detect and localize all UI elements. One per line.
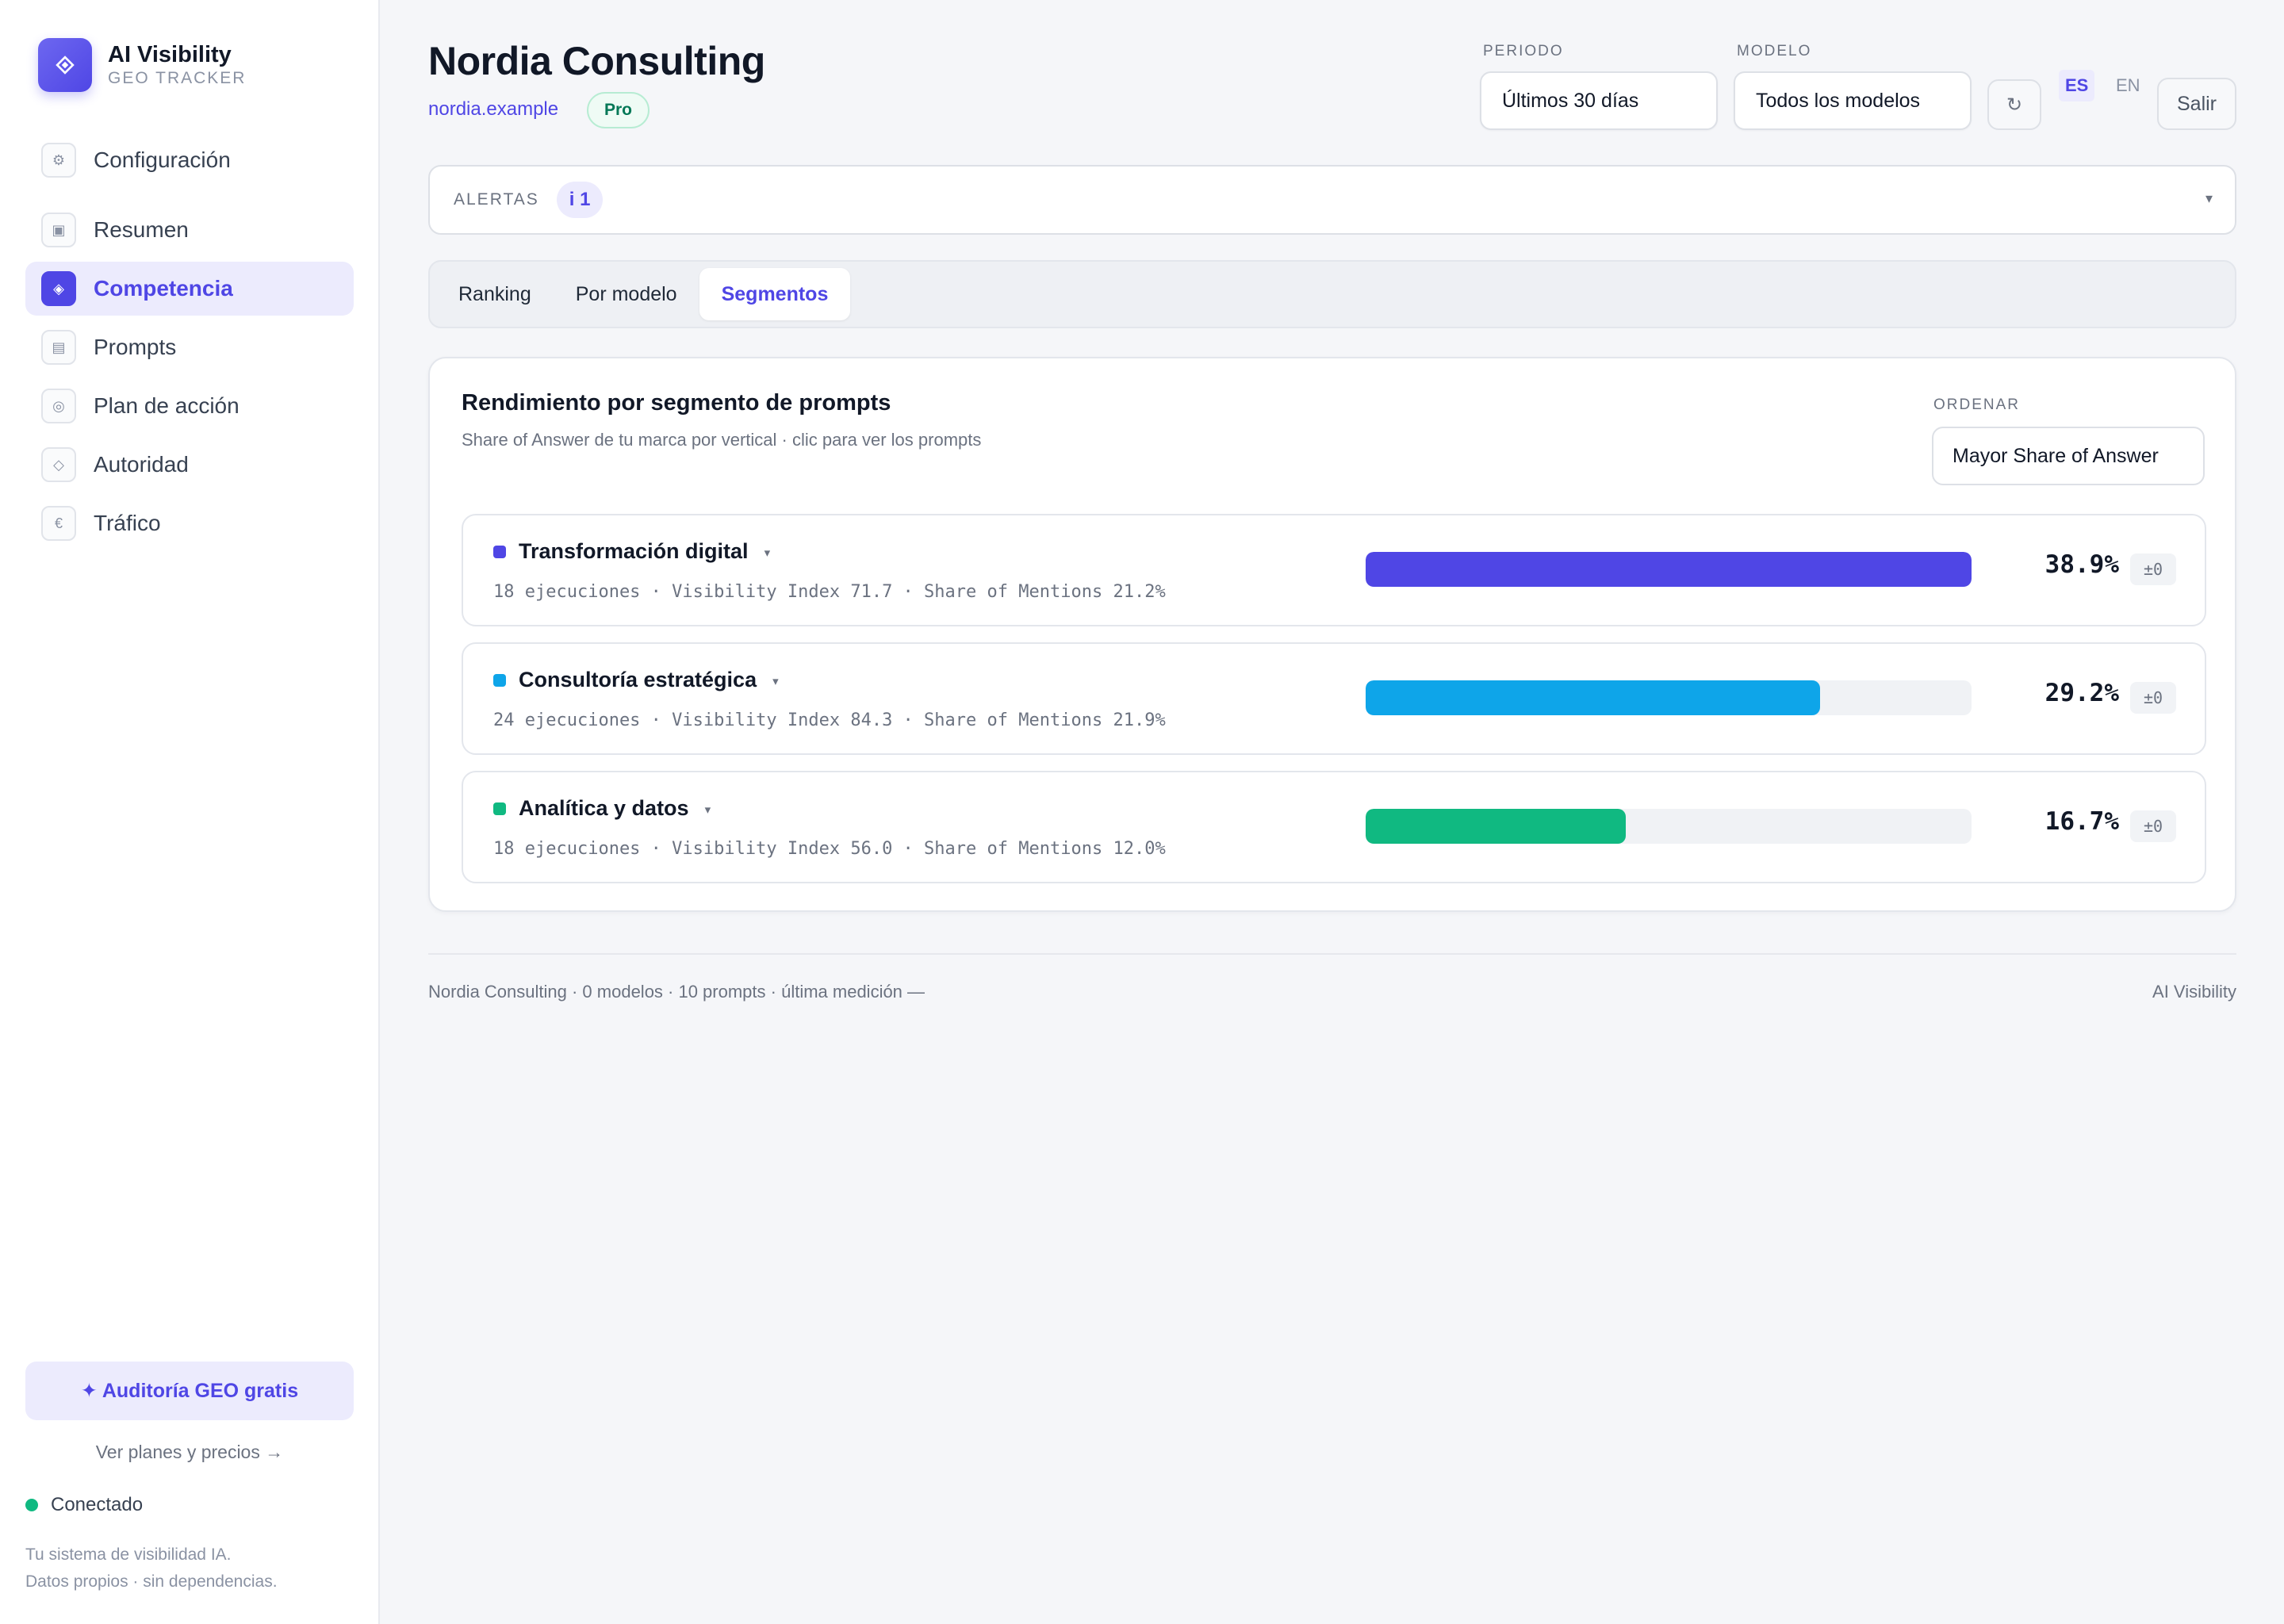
segments-card: Rendimiento por segmento de prompts Shar… <box>428 357 2236 912</box>
sidebar-item-competencia[interactable]: ◈ Competencia <box>25 262 354 316</box>
segment-row[interactable]: Transformación digital ▾ 18 ejecuciones ·… <box>462 514 2206 626</box>
segment-name: Consultoría estratégica <box>519 668 757 691</box>
status-label: Conectado <box>51 1494 144 1515</box>
sidebar-item-prompts[interactable]: ▤ Prompts <box>25 320 354 374</box>
segment-color-dot <box>493 546 506 558</box>
plan-badge: Pro <box>587 92 650 128</box>
free-geo-audit-button[interactable]: ✦ Auditoría GEO gratis <box>25 1362 354 1420</box>
logout-button[interactable]: Salir <box>2157 78 2236 130</box>
segment-share-value: 38.9% <box>2044 550 2119 579</box>
sort-label: ORDENAR <box>1933 396 2021 413</box>
connection-status: Conectado <box>25 1494 143 1516</box>
summary-icon: ▣ <box>41 213 76 247</box>
tagline: Tu sistema de visibilidad IA. Datos prop… <box>25 1542 278 1595</box>
sidebar-item-resumen[interactable]: ▣ Resumen <box>25 203 354 257</box>
segment-meta: 18 ejecuciones · Visibility Index 56.0 ·… <box>493 839 1166 859</box>
page-title: Nordia Consulting <box>428 39 765 83</box>
target-icon: ◎ <box>41 389 76 423</box>
diamond-icon <box>38 38 92 92</box>
chevron-down-icon[interactable]: ▾ <box>2205 190 2213 207</box>
caret-down-icon[interactable]: ▾ <box>765 546 771 560</box>
segment-name: Transformación digital <box>519 539 749 563</box>
period-select[interactable]: Últimos 30 días <box>1480 71 1718 130</box>
segment-row[interactable]: Consultoría estratégica ▾ 24 ejecuciones … <box>462 642 2206 755</box>
brand-title: AI Visibility <box>108 42 232 67</box>
refresh-icon[interactable]: ↻ <box>1987 79 2041 130</box>
brand[interactable]: AI Visibility GEO TRACKER <box>38 38 246 92</box>
segment-share-value: 16.7% <box>2044 807 2119 836</box>
tab-ranking[interactable]: Ranking <box>436 268 554 320</box>
segment-meta: 18 ejecuciones · Visibility Index 71.7 ·… <box>493 582 1166 602</box>
segment-name-wrapper: Analítica y datos ▾ <box>519 796 711 821</box>
sidebar-item-label: Plan de acción <box>94 393 240 418</box>
tagline-line-1: Tu sistema de visibilidad IA. <box>25 1545 232 1564</box>
tab-segmentos[interactable]: Segmentos <box>699 268 851 320</box>
footer-brand: AI Visibility <box>2152 982 2236 1002</box>
lang-en-button[interactable]: EN <box>2110 70 2147 102</box>
sidebar-item-label: Configuración <box>94 147 231 172</box>
sidebar: AI Visibility GEO TRACKER ⚙ Configuració… <box>0 0 380 1624</box>
status-dot-icon <box>25 1499 38 1511</box>
sort-select[interactable]: Mayor Share of Answer <box>1932 427 2205 485</box>
plans-pricing-link[interactable]: Ver planes y precios → <box>25 1442 354 1463</box>
segment-color-dot <box>493 802 506 815</box>
alerts-label: ALERTAS <box>454 190 539 209</box>
sidebar-item-trafico[interactable]: € Tráfico <box>25 496 354 550</box>
segment-bar-fill <box>1366 809 1626 844</box>
sidebar-item-label: Prompts <box>94 335 177 359</box>
sidebar-item-label: Competencia <box>94 276 233 301</box>
sidebar-item-autoridad[interactable]: ◇ Autoridad <box>25 438 354 492</box>
segment-color-dot <box>493 674 506 687</box>
segment-meta: 24 ejecuciones · Visibility Index 84.3 ·… <box>493 710 1166 730</box>
footer-summary: Nordia Consulting · 0 modelos · 10 promp… <box>428 982 925 1002</box>
segment-bar-track <box>1366 680 1972 715</box>
sidebar-item-configuracion[interactable]: ⚙ Configuración <box>25 133 354 187</box>
list-icon: ▤ <box>41 330 76 365</box>
alerts-bar[interactable]: ALERTAS i 1 ▾ <box>428 165 2236 235</box>
brand-subtitle: GEO TRACKER <box>108 69 247 87</box>
period-label: PERIODO <box>1483 43 1564 59</box>
model-select[interactable]: Todos los modelos <box>1734 71 1972 130</box>
sidebar-item-label: Resumen <box>94 217 189 242</box>
segment-name-wrapper: Consultoría estratégica ▾ <box>519 668 779 692</box>
model-label: MODELO <box>1737 43 1812 59</box>
segment-share-value: 29.2% <box>2044 679 2119 707</box>
segment-bar-track <box>1366 552 1972 587</box>
segment-bar-track <box>1366 809 1972 844</box>
sidebar-item-plan-de-accion[interactable]: ◎ Plan de acción <box>25 379 354 433</box>
sidebar-item-label: Tráfico <box>94 511 161 535</box>
segment-delta-badge: ±0 <box>2130 810 2176 842</box>
caret-down-icon[interactable]: ▾ <box>772 675 779 688</box>
tabs: Ranking Por modelo Segmentos <box>428 260 2236 328</box>
segment-name: Analítica y datos <box>519 796 689 820</box>
segment-bar-fill <box>1366 552 1972 587</box>
domain-link[interactable]: nordia.example <box>428 98 558 121</box>
segment-name-wrapper: Transformación digital ▾ <box>519 539 770 564</box>
diamond-outline-icon: ◇ <box>41 447 76 482</box>
euro-icon: € <box>41 506 76 541</box>
diamond-icon: ◈ <box>41 271 76 306</box>
alerts-count-badge: i 1 <box>556 182 604 218</box>
segment-bar-fill <box>1366 680 1821 715</box>
tab-por-modelo[interactable]: Por modelo <box>554 268 699 320</box>
gear-icon: ⚙ <box>41 143 76 178</box>
card-subtitle: Share of Answer de tu marca por vertical… <box>462 430 982 450</box>
lang-es-button[interactable]: ES <box>2059 70 2095 102</box>
segment-delta-badge: ±0 <box>2130 682 2176 714</box>
sidebar-nav: ⚙ Configuración ▣ Resumen ◈ Competencia … <box>25 133 354 555</box>
segment-delta-badge: ±0 <box>2130 553 2176 585</box>
caret-down-icon[interactable]: ▾ <box>705 803 711 817</box>
sidebar-item-label: Autoridad <box>94 452 189 477</box>
segment-row[interactable]: Analítica y datos ▾ 18 ejecuciones · Visi… <box>462 771 2206 883</box>
footer-divider <box>428 953 2236 955</box>
tagline-line-2: Datos propios · sin dependencias. <box>25 1572 278 1591</box>
card-title: Rendimiento por segmento de prompts <box>462 390 891 416</box>
